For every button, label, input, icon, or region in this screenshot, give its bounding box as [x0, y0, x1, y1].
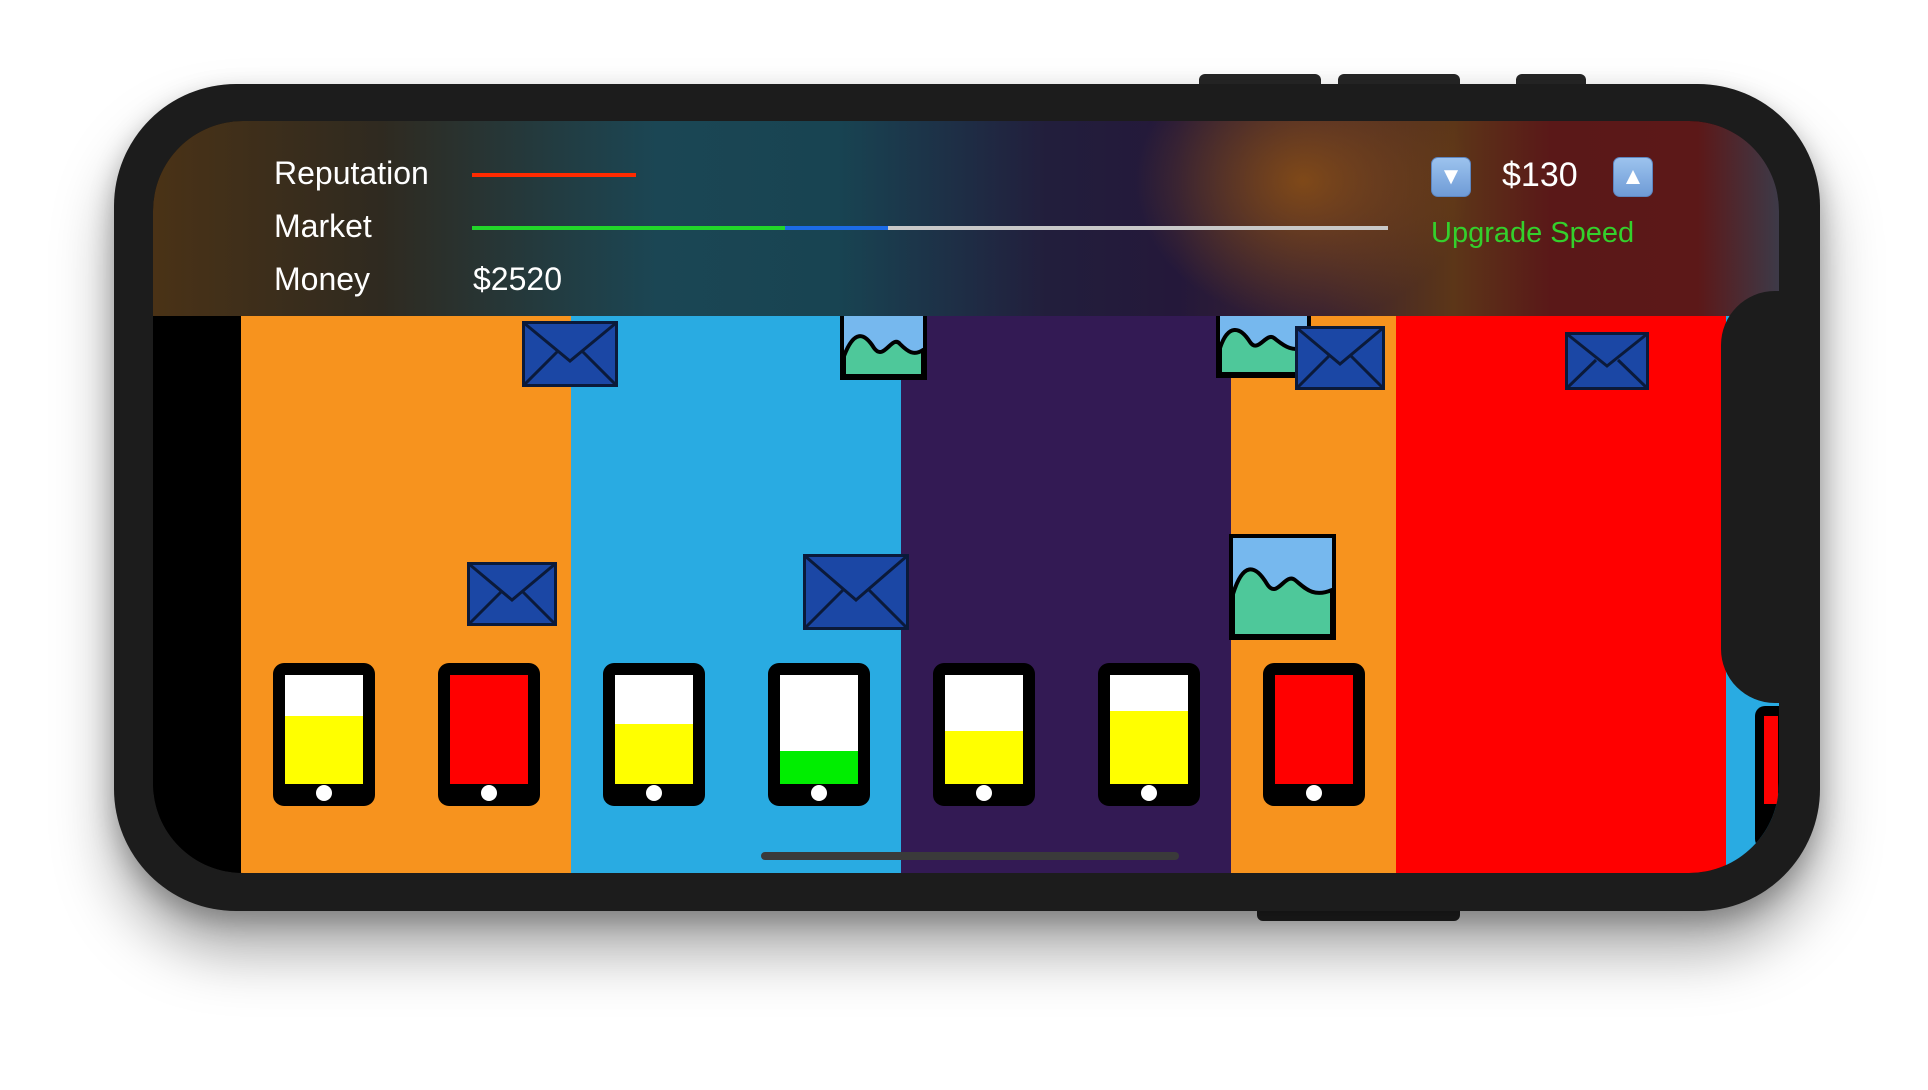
phone-fill-level: [1110, 710, 1188, 784]
envelope-icon[interactable]: [803, 554, 909, 630]
picture-icon[interactable]: [840, 316, 927, 380]
reputation-label: Reputation: [274, 155, 429, 191]
market-bar-blue: [785, 226, 888, 230]
envelope-icon[interactable]: [522, 321, 618, 387]
phone-fill-level: [615, 724, 693, 784]
envelope-icon[interactable]: [1295, 326, 1385, 390]
phone-display: [780, 675, 858, 784]
home-button: [976, 785, 992, 801]
phone-display: [615, 675, 693, 784]
envelope-icon[interactable]: [1565, 332, 1649, 390]
picture-icon[interactable]: [1229, 534, 1336, 640]
phone-bin-partial: [1755, 706, 1779, 849]
triangle-down-icon: ▼: [1439, 163, 1463, 190]
market-label: Market: [274, 208, 372, 244]
home-button: [646, 785, 662, 801]
phone-bin[interactable]: [1098, 663, 1200, 806]
home-button: [1306, 785, 1322, 801]
home-button: [481, 785, 497, 801]
phone-display: [285, 675, 363, 784]
phone-fill-level: [450, 675, 528, 784]
phone-display: [1275, 675, 1353, 784]
market-bar-green: [472, 226, 785, 230]
phone-fill-level: [945, 730, 1023, 784]
sensor-notch: [1721, 291, 1779, 703]
game-screen: Reputation Market Money $2520 ▼ $130 ▲ U…: [153, 121, 1779, 873]
phone-fill-level: [780, 751, 858, 784]
phone-display: [945, 675, 1023, 784]
phone-bin[interactable]: [933, 663, 1035, 806]
price-decrease-button[interactable]: ▼: [1431, 157, 1471, 197]
envelope-icon[interactable]: [467, 562, 557, 626]
phone-bin[interactable]: [1263, 663, 1365, 806]
home-button: [811, 785, 827, 801]
phone-bin[interactable]: [273, 663, 375, 806]
phone-bin[interactable]: [768, 663, 870, 806]
phone-bin[interactable]: [603, 663, 705, 806]
triangle-up-icon: ▲: [1621, 163, 1645, 190]
price-value: $130: [1502, 156, 1578, 194]
money-label: Money: [274, 261, 371, 297]
home-button: [316, 785, 332, 801]
phone-fill-level: [1275, 675, 1353, 784]
phone-fill-level: [285, 716, 363, 784]
phone-display: [1110, 675, 1188, 784]
money-value: $2520: [473, 261, 562, 297]
home-indicator[interactable]: [761, 852, 1179, 860]
lane-black: [153, 316, 241, 873]
reputation-bar: [472, 173, 636, 177]
home-button: [1141, 785, 1157, 801]
upgrade-speed-button[interactable]: Upgrade Speed: [1431, 217, 1634, 250]
hud-panel: Reputation Market Money $2520 ▼ $130 ▲ U…: [153, 121, 1779, 316]
phone-bin[interactable]: [438, 663, 540, 806]
phone-display: [450, 675, 528, 784]
price-increase-button[interactable]: ▲: [1613, 157, 1653, 197]
lane-red[interactable]: [1396, 316, 1726, 873]
